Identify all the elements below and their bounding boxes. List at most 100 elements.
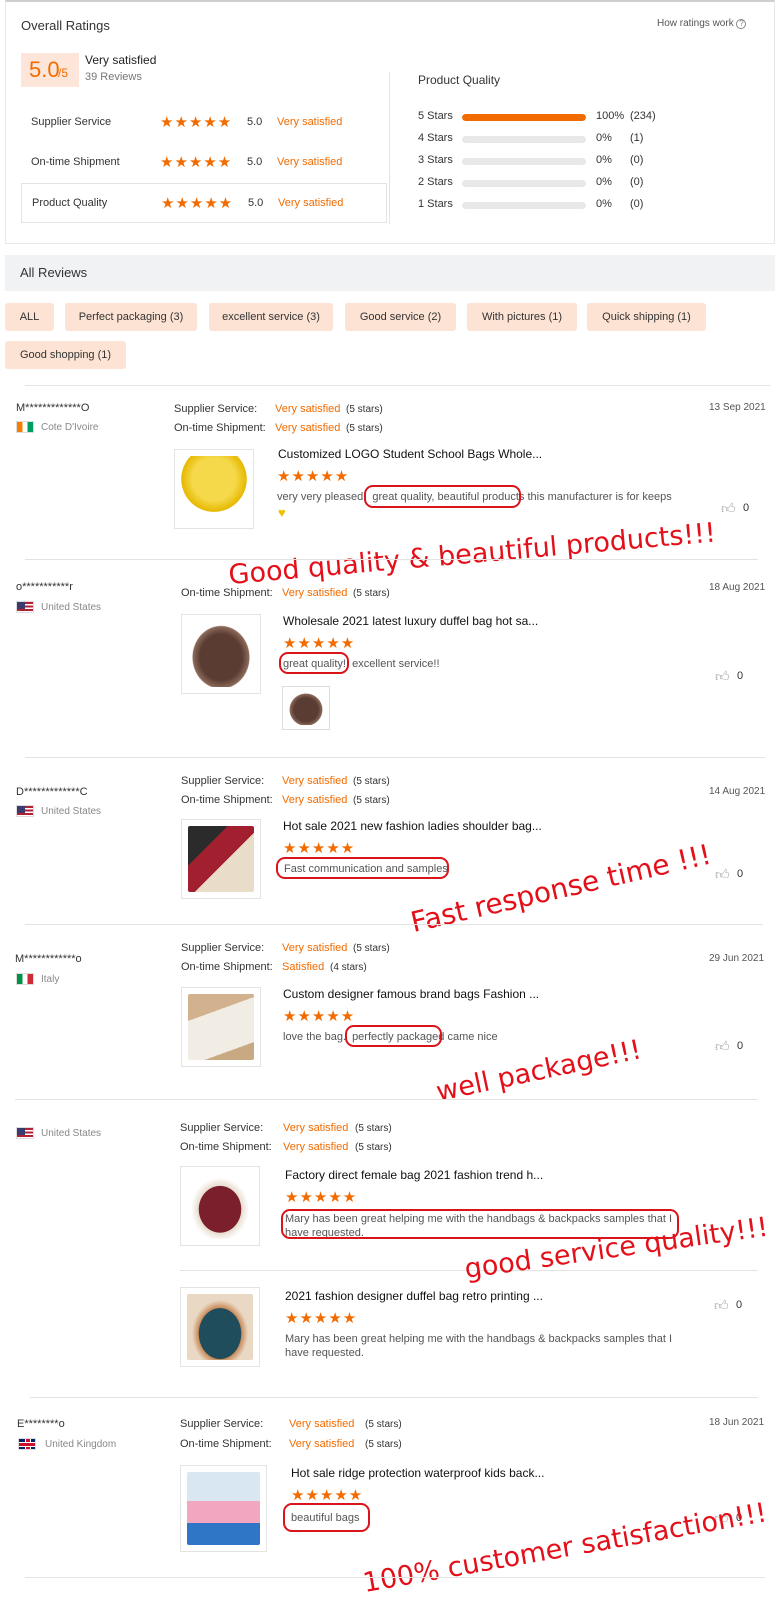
rating-stars: ★★★★★ [160,114,233,131]
product-thumbnail[interactable] [180,1465,267,1552]
product-title[interactable]: Custom designer famous brand bags Fashio… [283,987,539,1001]
divider [25,924,763,925]
supplier-service-stars: (5 stars) [346,404,383,415]
distribution-row-2: 2 Stars 0% (0) [418,176,718,190]
ontime-shipment-label: On-time Shipment: [180,1438,272,1450]
reviewer-name: o***********r [16,581,73,593]
product-thumbnail[interactable] [181,614,261,694]
product-title[interactable]: Factory direct female bag 2021 fashion t… [285,1168,543,1182]
product-thumbnail[interactable] [174,449,254,529]
distribution-label: 5 Stars [418,110,453,122]
how-ratings-work-link[interactable]: How ratings work ? [657,18,747,29]
supplier-service-value: Very satisfied [282,942,348,954]
product-thumbnail[interactable] [181,987,261,1067]
overall-ratings-panel: Overall Ratings How ratings work ? 5.0 /… [5,0,775,244]
rating-score: 5.0 [247,156,263,168]
supplier-service-value: Very satisfied [283,1122,349,1134]
ontime-shipment-label: On-time Shipment: [181,794,273,806]
distribution-row-3: 3 Stars 0% (0) [418,154,718,168]
distribution-bar [462,114,586,121]
product-title[interactable]: 2021 fashion designer duffel bag retro p… [285,1289,543,1303]
like-count: 0 [743,502,750,514]
all-reviews-header: All Reviews [5,255,775,291]
reviewer-name: M************o [15,953,82,965]
product-title[interactable]: Wholesale 2021 latest luxury duffel bag … [283,614,538,628]
review-text-after: this manufacturer is for keeps [527,491,672,503]
reviewer-country: Cote D'Ivoire [41,422,99,433]
ontime-shipment-label: On-time Shipment: [181,961,273,973]
distribution-count: (0) [630,154,644,166]
product-thumbnail[interactable] [181,819,261,899]
rating-row-ontime-shipment: On-time Shipment ★★★★★ 5.0 Very satisfie… [21,143,387,183]
supplier-service-label: Supplier Service: [180,1122,264,1134]
rating-score: 5.0 [248,197,264,209]
product-thumbnail[interactable] [180,1166,260,1246]
review-photo[interactable] [282,686,330,730]
supplier-service-label: Supplier Service: [174,403,258,415]
reviewer-name: E********o [17,1418,65,1430]
supplier-service-value: Very satisfied [289,1418,355,1430]
distribution-fill [462,114,586,121]
distribution-bar [462,202,586,209]
distribution-count: (0) [630,176,644,188]
rating-row-product-quality[interactable]: Product Quality ★★★★★ 5.0 Very satisfied [21,183,387,223]
thumbs-up-icon[interactable]: 👍︎ [714,1297,729,1314]
distribution-title: Product Quality [418,73,501,87]
review-stars: ★★★★★ [283,840,356,857]
review-text: Mary has been great helping me with the … [285,1333,673,1359]
review-stars: ★★★★★ [285,1189,358,1206]
filter-chip-excellent-service[interactable]: excellent service (3) [209,303,333,331]
rating-score: 5.0 [247,116,263,128]
supplier-service-label: Supplier Service: [180,1418,264,1430]
distribution-percent: 0% [596,198,612,210]
distribution-label: 2 Stars [418,176,453,188]
filter-chip-with-pictures[interactable]: With pictures (1) [467,303,577,331]
thumbs-up-icon[interactable]: 👍︎ [715,1038,730,1055]
distribution-count: (234) [630,110,656,122]
review-stars: ★★★★★ [291,1487,364,1504]
product-thumbnail[interactable] [180,1287,260,1367]
filter-chip-all[interactable]: ALL [5,303,54,331]
reviewer-country: United States [41,1128,102,1139]
rating-stars: ★★★★★ [161,195,234,212]
filter-chip-perfect-packaging[interactable]: Perfect packaging (3) [65,303,197,331]
filter-chip-good-shopping[interactable]: Good shopping (1) [5,341,126,369]
product-title[interactable]: Hot sale 2021 new fashion ladies shoulde… [283,819,542,833]
thumbs-up-icon[interactable]: 👍︎ [715,668,730,685]
filter-chip-good-service[interactable]: Good service (2) [345,303,456,331]
product-title[interactable]: Hot sale ridge protection waterproof kid… [291,1466,544,1480]
review-stars: ★★★★★ [277,468,350,485]
distribution-percent: 0% [596,176,612,188]
highlight-circle [345,1025,442,1047]
ontime-shipment-stars: (4 stars) [330,962,367,973]
ontime-shipment-label: On-time Shipment: [181,587,273,599]
divider [15,1099,758,1100]
how-ratings-work-label: How ratings work [657,18,734,29]
product-image [187,1472,260,1545]
rating-status: Very satisfied [277,156,343,168]
flag-icon [16,421,34,433]
highlight-circle [364,485,521,508]
reviewer-country: United Kingdom [45,1439,117,1450]
rating-row-supplier-service: Supplier Service ★★★★★ 5.0 Very satisfie… [21,103,387,143]
thumbs-up-icon[interactable]: 👍︎ [721,500,736,517]
filter-chip-quick-shipping[interactable]: Quick shipping (1) [587,303,706,331]
vertical-divider [389,72,390,224]
review-text-before: very very pleased! [277,491,367,503]
supplier-service-stars: (5 stars) [355,1123,392,1134]
ontime-shipment-label: On-time Shipment: [174,422,266,434]
product-title[interactable]: Customized LOGO Student School Bags Whol… [278,447,542,461]
reviewer-name: M*************O [16,402,90,414]
product-image [188,621,254,687]
product-image [188,994,254,1060]
overall-summary: Very satisfied [85,53,157,67]
distribution-bar [462,136,586,143]
ontime-shipment-value: Very satisfied [289,1438,355,1450]
overall-score: 5.0 [29,57,60,82]
ontime-shipment-label: On-time Shipment: [180,1141,272,1153]
distribution-percent: 0% [596,154,612,166]
like-count: 0 [737,1040,744,1052]
thumbs-up-icon[interactable]: 👍︎ [715,866,730,883]
like-count: 0 [737,868,744,880]
distribution-bar [462,158,586,165]
